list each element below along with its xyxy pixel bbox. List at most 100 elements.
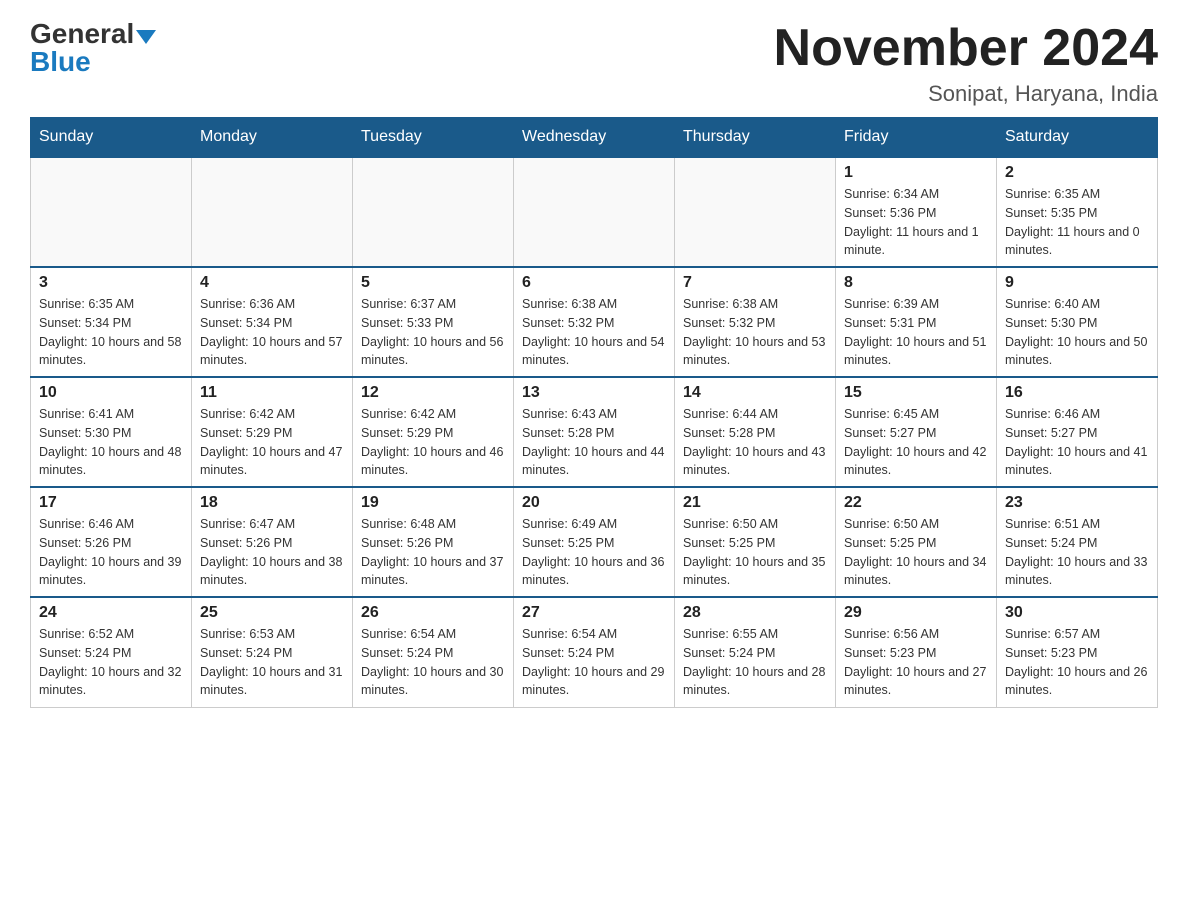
calendar-cell-w2-d7: 9 Sunrise: 6:40 AMSunset: 5:30 PMDaylight… <box>997 267 1158 377</box>
day-info: Sunrise: 6:50 AMSunset: 5:25 PMDaylight:… <box>844 515 988 590</box>
calendar-cell-w5-d5: 28Sunrise: 6:55 AMSunset: 5:24 PMDayligh… <box>675 597 836 707</box>
calendar-cell-w4-d3: 19 Sunrise: 6:48 AMSunset: 5:26 PMDayligh… <box>353 487 514 597</box>
logo-general-row: General <box>30 20 156 48</box>
week-row-5: 24 Sunrise: 6:52 AMSunset: 5:24 PMDayligh… <box>31 597 1158 707</box>
day-number: 20 <box>522 494 666 512</box>
day-number: 30 <box>1005 604 1149 622</box>
calendar-cell-w3-d5: 14Sunrise: 6:44 AMSunset: 5:28 PMDayligh… <box>675 377 836 487</box>
day-info: Sunrise: 6:35 AMSunset: 5:34 PMDaylight:… <box>39 295 183 370</box>
day-info: Sunrise: 6:34 AMSunset: 5:36 PMDaylight:… <box>844 185 988 260</box>
calendar-cell-w1-d6: 1 Sunrise: 6:34 AMSunset: 5:36 PMDaylight… <box>836 157 997 267</box>
calendar-cell-w2-d2: 4 Sunrise: 6:36 AMSunset: 5:34 PMDaylight… <box>192 267 353 377</box>
calendar-cell-w4-d6: 22 Sunrise: 6:50 AMSunset: 5:25 PMDayligh… <box>836 487 997 597</box>
day-number: 4 <box>200 274 344 292</box>
col-header-friday: Friday <box>836 118 997 158</box>
calendar-cell-w2-d4: 6 Sunrise: 6:38 AMSunset: 5:32 PMDaylight… <box>514 267 675 377</box>
day-info: Sunrise: 6:43 AMSunset: 5:28 PMDaylight:… <box>522 405 666 480</box>
title-block: November 2024 Sonipat, Haryana, India <box>774 20 1158 107</box>
week-row-3: 10 Sunrise: 6:41 AMSunset: 5:30 PMDayligh… <box>31 377 1158 487</box>
day-info: Sunrise: 6:37 AMSunset: 5:33 PMDaylight:… <box>361 295 505 370</box>
day-number: 18 <box>200 494 344 512</box>
day-number: 8 <box>844 274 988 292</box>
calendar-cell-w1-d3 <box>353 157 514 267</box>
calendar-cell-w1-d5 <box>675 157 836 267</box>
calendar-cell-w2-d6: 8 Sunrise: 6:39 AMSunset: 5:31 PMDaylight… <box>836 267 997 377</box>
day-info: Sunrise: 6:52 AMSunset: 5:24 PMDaylight:… <box>39 625 183 700</box>
day-info: Sunrise: 6:42 AMSunset: 5:29 PMDaylight:… <box>200 405 344 480</box>
day-number: 6 <box>522 274 666 292</box>
calendar-cell-w5-d6: 29Sunrise: 6:56 AMSunset: 5:23 PMDayligh… <box>836 597 997 707</box>
day-number: 24 <box>39 604 183 622</box>
col-header-monday: Monday <box>192 118 353 158</box>
calendar-cell-w2-d1: 3 Sunrise: 6:35 AMSunset: 5:34 PMDaylight… <box>31 267 192 377</box>
day-number: 3 <box>39 274 183 292</box>
calendar-cell-w5-d2: 25 Sunrise: 6:53 AMSunset: 5:24 PMDayligh… <box>192 597 353 707</box>
col-header-sunday: Sunday <box>31 118 192 158</box>
day-number: 14 <box>683 384 827 402</box>
day-number: 28 <box>683 604 827 622</box>
calendar-cell-w4-d2: 18 Sunrise: 6:47 AMSunset: 5:26 PMDayligh… <box>192 487 353 597</box>
logo-general-text: General <box>30 18 134 49</box>
location: Sonipat, Haryana, India <box>774 81 1158 107</box>
calendar-cell-w4-d7: 23Sunrise: 6:51 AMSunset: 5:24 PMDayligh… <box>997 487 1158 597</box>
calendar-header-row: Sunday Monday Tuesday Wednesday Thursday… <box>31 118 1158 158</box>
calendar-cell-w5-d7: 30 Sunrise: 6:57 AMSunset: 5:23 PMDayligh… <box>997 597 1158 707</box>
day-number: 7 <box>683 274 827 292</box>
day-number: 1 <box>844 164 988 182</box>
calendar-cell-w5-d3: 26Sunrise: 6:54 AMSunset: 5:24 PMDayligh… <box>353 597 514 707</box>
logo: General Blue <box>30 20 156 76</box>
day-info: Sunrise: 6:38 AMSunset: 5:32 PMDaylight:… <box>522 295 666 370</box>
day-info: Sunrise: 6:47 AMSunset: 5:26 PMDaylight:… <box>200 515 344 590</box>
calendar-cell-w3-d6: 15 Sunrise: 6:45 AMSunset: 5:27 PMDayligh… <box>836 377 997 487</box>
day-number: 21 <box>683 494 827 512</box>
day-info: Sunrise: 6:39 AMSunset: 5:31 PMDaylight:… <box>844 295 988 370</box>
day-info: Sunrise: 6:36 AMSunset: 5:34 PMDaylight:… <box>200 295 344 370</box>
day-info: Sunrise: 6:38 AMSunset: 5:32 PMDaylight:… <box>683 295 827 370</box>
logo-blue-text: Blue <box>30 46 91 77</box>
day-info: Sunrise: 6:45 AMSunset: 5:27 PMDaylight:… <box>844 405 988 480</box>
day-number: 16 <box>1005 384 1149 402</box>
day-info: Sunrise: 6:35 AMSunset: 5:35 PMDaylight:… <box>1005 185 1149 260</box>
calendar-cell-w5-d1: 24 Sunrise: 6:52 AMSunset: 5:24 PMDayligh… <box>31 597 192 707</box>
day-number: 10 <box>39 384 183 402</box>
week-row-4: 17Sunrise: 6:46 AMSunset: 5:26 PMDayligh… <box>31 487 1158 597</box>
day-info: Sunrise: 6:41 AMSunset: 5:30 PMDaylight:… <box>39 405 183 480</box>
calendar-cell-w1-d1 <box>31 157 192 267</box>
col-header-thursday: Thursday <box>675 118 836 158</box>
day-info: Sunrise: 6:53 AMSunset: 5:24 PMDaylight:… <box>200 625 344 700</box>
calendar-cell-w1-d4 <box>514 157 675 267</box>
calendar-cell-w3-d1: 10 Sunrise: 6:41 AMSunset: 5:30 PMDayligh… <box>31 377 192 487</box>
calendar-cell-w1-d7: 2 Sunrise: 6:35 AMSunset: 5:35 PMDaylight… <box>997 157 1158 267</box>
col-header-saturday: Saturday <box>997 118 1158 158</box>
day-info: Sunrise: 6:42 AMSunset: 5:29 PMDaylight:… <box>361 405 505 480</box>
day-info: Sunrise: 6:54 AMSunset: 5:24 PMDaylight:… <box>361 625 505 700</box>
calendar-cell-w3-d2: 11 Sunrise: 6:42 AMSunset: 5:29 PMDayligh… <box>192 377 353 487</box>
day-number: 11 <box>200 384 344 402</box>
day-number: 17 <box>39 494 183 512</box>
day-number: 22 <box>844 494 988 512</box>
logo-triangle-icon <box>136 30 156 44</box>
day-info: Sunrise: 6:40 AMSunset: 5:30 PMDaylight:… <box>1005 295 1149 370</box>
calendar-cell-w3-d7: 16Sunrise: 6:46 AMSunset: 5:27 PMDayligh… <box>997 377 1158 487</box>
day-number: 25 <box>200 604 344 622</box>
calendar-cell-w1-d2 <box>192 157 353 267</box>
col-header-wednesday: Wednesday <box>514 118 675 158</box>
day-info: Sunrise: 6:57 AMSunset: 5:23 PMDaylight:… <box>1005 625 1149 700</box>
day-number: 29 <box>844 604 988 622</box>
col-header-tuesday: Tuesday <box>353 118 514 158</box>
calendar-cell-w4-d1: 17Sunrise: 6:46 AMSunset: 5:26 PMDayligh… <box>31 487 192 597</box>
day-number: 15 <box>844 384 988 402</box>
day-number: 19 <box>361 494 505 512</box>
day-number: 2 <box>1005 164 1149 182</box>
day-number: 27 <box>522 604 666 622</box>
calendar-cell-w4-d4: 20Sunrise: 6:49 AMSunset: 5:25 PMDayligh… <box>514 487 675 597</box>
calendar-table: Sunday Monday Tuesday Wednesday Thursday… <box>30 117 1158 708</box>
day-number: 5 <box>361 274 505 292</box>
week-row-2: 3 Sunrise: 6:35 AMSunset: 5:34 PMDaylight… <box>31 267 1158 377</box>
calendar-cell-w5-d4: 27Sunrise: 6:54 AMSunset: 5:24 PMDayligh… <box>514 597 675 707</box>
calendar-cell-w4-d5: 21Sunrise: 6:50 AMSunset: 5:25 PMDayligh… <box>675 487 836 597</box>
day-number: 9 <box>1005 274 1149 292</box>
day-number: 23 <box>1005 494 1149 512</box>
day-info: Sunrise: 6:48 AMSunset: 5:26 PMDaylight:… <box>361 515 505 590</box>
page-header: General Blue November 2024 Sonipat, Hary… <box>30 20 1158 107</box>
